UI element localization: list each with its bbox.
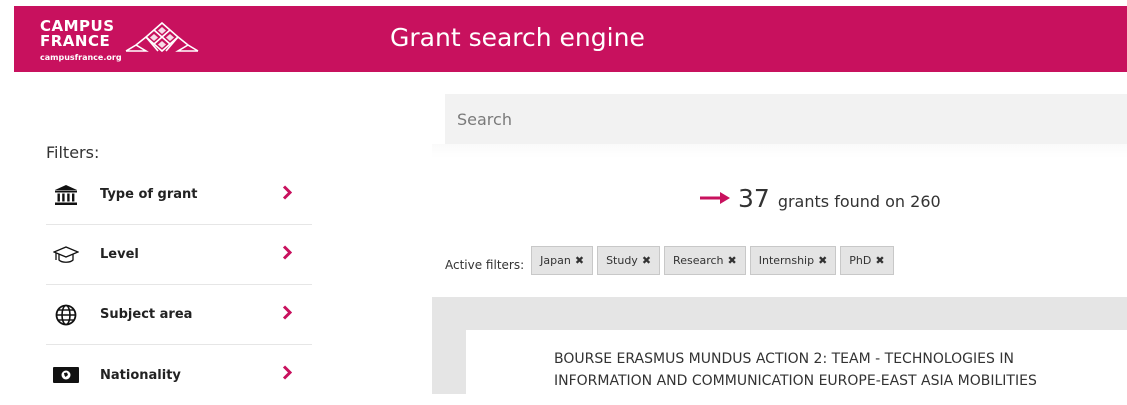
chip-label: Study [606,254,638,267]
filters-heading: Filters: [46,143,100,162]
chip-label: Research [673,254,724,267]
remove-icon[interactable]: ✖ [818,254,827,267]
filter-label: Type of grant [100,187,198,202]
logo-line2: FRANCE [40,32,111,50]
results-panel: BOURSE ERASMUS MUNDUS ACTION 2: TEAM - T… [432,297,1127,394]
filter-subject-area[interactable]: Subject area [46,285,312,345]
filter-label: Subject area [100,307,193,322]
filter-label: Nationality [100,367,181,383]
filter-nationality[interactable]: Nationality [46,345,312,405]
chip-label: PhD [849,254,872,267]
page-title: Grant search engine [390,23,645,52]
arrow-right-icon [700,189,730,208]
grant-card[interactable]: BOURSE ERASMUS MUNDUS ACTION 2: TEAM - T… [466,330,1127,394]
header-banner: CAMPUS FRANCE campusfrance.org Grant sea… [14,6,1127,72]
chevron-right-icon[interactable] [282,304,293,325]
chip-label: Internship [758,254,815,267]
remove-icon[interactable]: ✖ [575,254,584,267]
filter-chip-japan[interactable]: Japan ✖ [531,246,594,275]
id-card-icon [52,361,80,389]
filter-list: Type of grant Level Subject area Nationa… [46,165,312,405]
globe-icon [52,301,80,329]
active-filters: Active filters: Japan ✖ Study ✖ Research… [445,246,898,275]
remove-icon[interactable]: ✖ [642,254,651,267]
remove-icon[interactable]: ✖ [875,254,884,267]
filter-label: Level [100,247,139,262]
search-divider [432,144,1127,158]
grant-title[interactable]: BOURSE ERASMUS MUNDUS ACTION 2: TEAM - T… [554,348,1114,392]
logo-url: campusfrance.org [40,53,122,62]
filter-type-of-grant[interactable]: Type of grant [46,165,312,225]
filter-chip-research[interactable]: Research ✖ [664,246,746,275]
campus-france-logo[interactable]: CAMPUS FRANCE campusfrance.org [40,19,220,63]
filter-level[interactable]: Level [46,225,312,285]
filter-chip-study[interactable]: Study ✖ [597,246,661,275]
active-filters-label: Active filters: [445,257,525,272]
chip-label: Japan [540,254,571,267]
chevron-right-icon[interactable] [282,184,293,205]
results-suffix: grants found on 260 [777,192,941,211]
filter-chip-phd[interactable]: PhD ✖ [840,246,894,275]
chevron-right-icon[interactable] [282,365,293,386]
filter-chip-internship[interactable]: Internship ✖ [749,246,837,275]
graduation-cap-icon [52,241,80,269]
results-count: 37 [738,184,770,213]
pyramid-logo-icon [125,21,199,53]
chevron-right-icon[interactable] [282,244,293,265]
logo-wordmark: CAMPUS FRANCE [40,19,115,49]
institution-icon [52,181,80,209]
results-summary: 37 grants found on 260 [700,184,941,213]
remove-icon[interactable]: ✖ [728,254,737,267]
search-input[interactable] [445,94,1127,144]
